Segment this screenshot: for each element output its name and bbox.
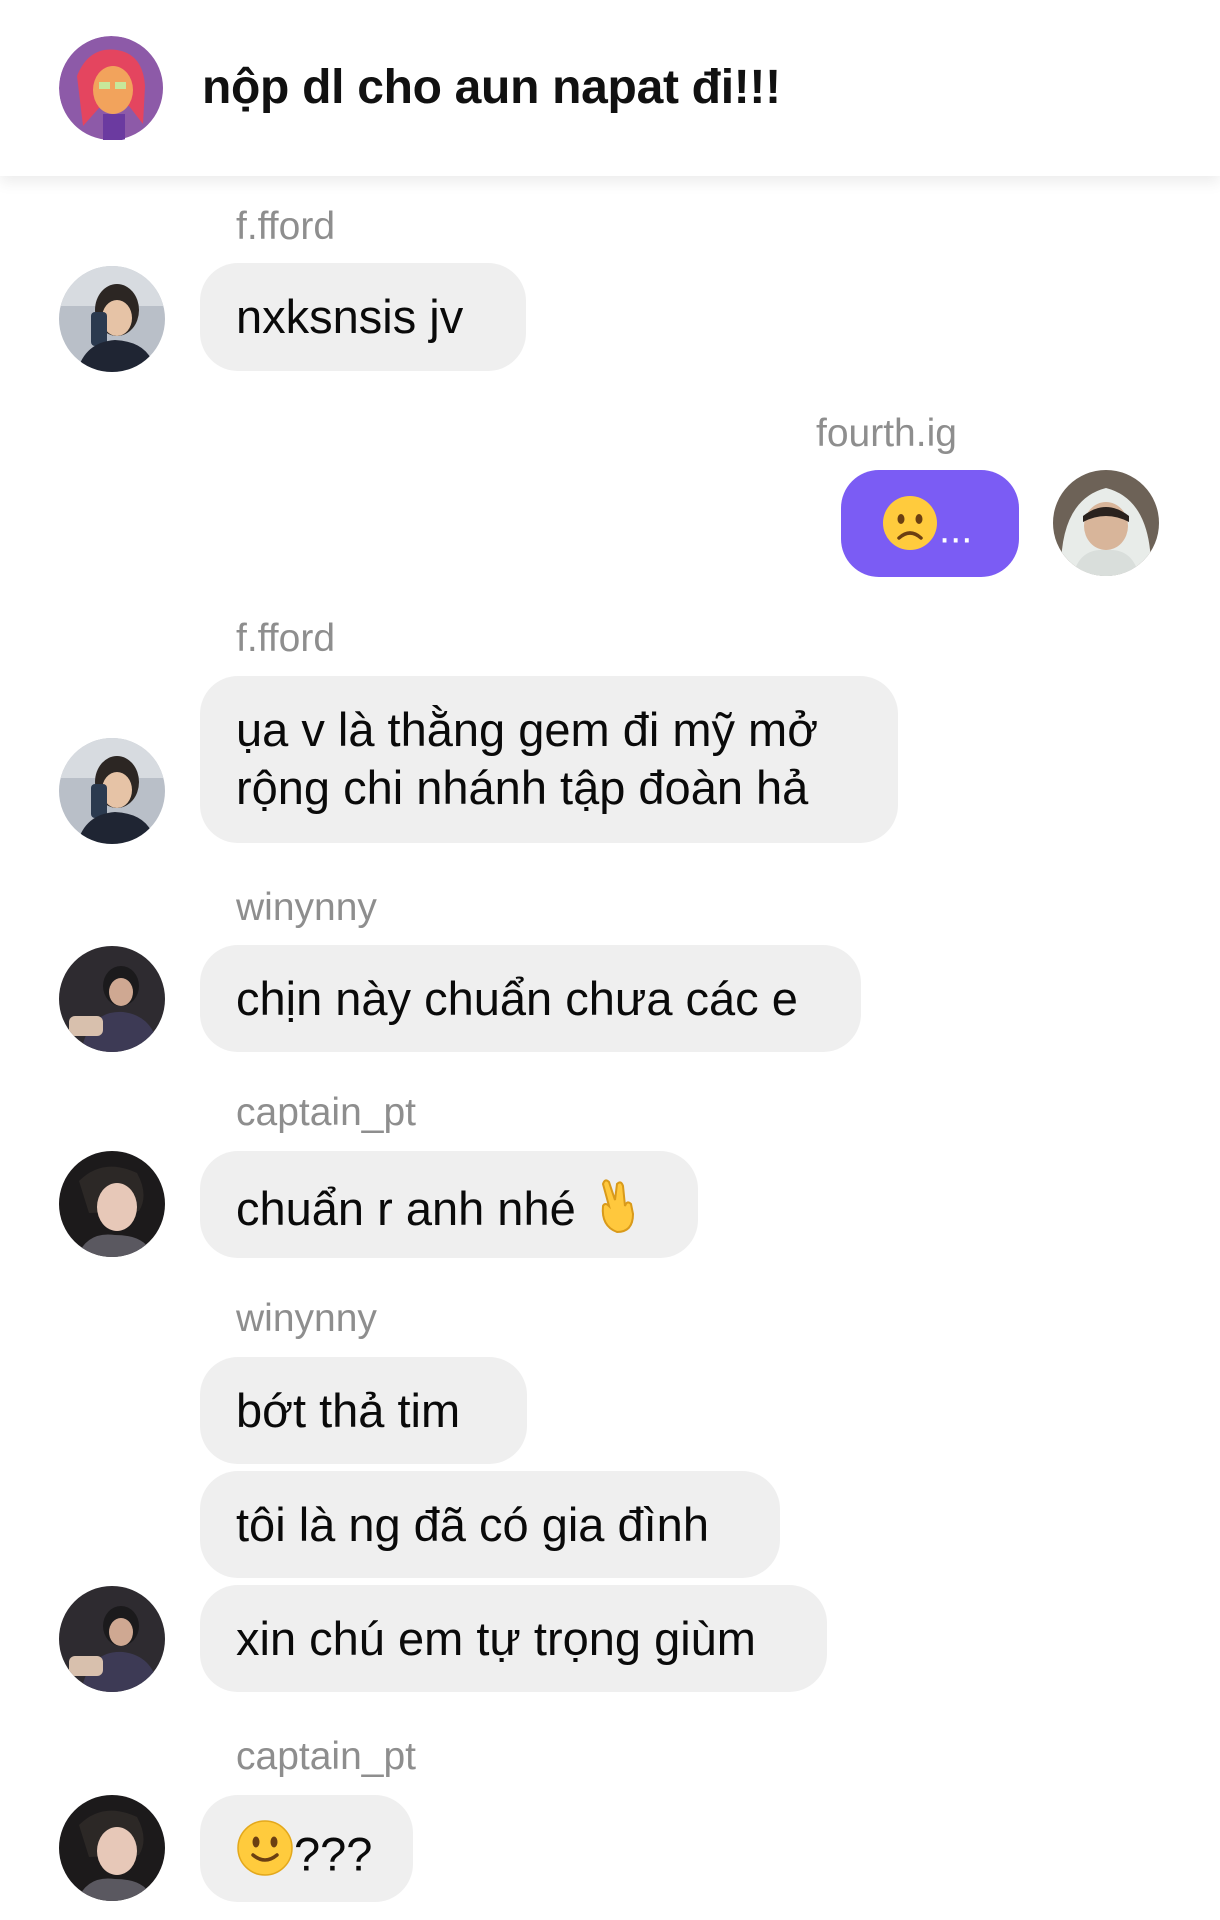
avatar[interactable] [59, 1151, 165, 1257]
avatar[interactable] [59, 738, 165, 844]
message-bubble[interactable]: ụa v là thằng gem đi mỹ mở rộng chi nhán… [200, 676, 898, 843]
message-bubble[interactable]: chịn này chuẩn chưa các e [200, 945, 861, 1052]
outgoing-message-bubble[interactable]: ... [841, 470, 1019, 577]
sender-name: f.fford [236, 617, 336, 660]
fingers-crossed-emoji [595, 1176, 639, 1249]
message-bubble[interactable]: nxksnsis jv [200, 263, 526, 371]
sender-name: captain_pt [236, 1735, 416, 1778]
group-avatar[interactable] [59, 36, 164, 141]
message-bubble[interactable]: bớt thả tim [200, 1357, 527, 1464]
avatar[interactable] [1053, 470, 1159, 576]
message-text: tôi là ng đã có gia đình [236, 1498, 709, 1551]
message-bubble[interactable]: xin chú em tự trọng giùm [200, 1585, 827, 1692]
avatar[interactable] [59, 946, 165, 1052]
sender-name: f.fford [236, 205, 336, 248]
chat-header: nộp dl cho aun napat đi!!! [0, 0, 1220, 176]
message-text: ... [939, 507, 973, 552]
chat-title[interactable]: nộp dl cho aun napat đi!!! [202, 60, 781, 115]
message-bubble[interactable]: chuẩn r anh nhé [200, 1151, 698, 1258]
sender-name: winynny [236, 886, 377, 929]
message-text: nxksnsis jv [236, 290, 464, 343]
sender-name: winynny [236, 1297, 377, 1340]
sender-name: fourth.ig [816, 412, 957, 455]
avatar[interactable] [59, 1795, 165, 1901]
message-text: xin chú em tự trọng giùm [236, 1612, 756, 1665]
message-text: chịn này chuẩn chưa các e [236, 972, 798, 1025]
sender-name: captain_pt [236, 1091, 416, 1134]
avatar[interactable] [59, 266, 165, 372]
message-bubble[interactable]: tôi là ng đã có gia đình [200, 1471, 780, 1578]
avatar[interactable] [59, 1586, 165, 1692]
message-text-line: ụa v là thằng gem đi mỹ mở [236, 703, 819, 756]
message-text: bớt thả tim [236, 1384, 461, 1437]
message-bubble[interactable]: ??? [200, 1795, 413, 1902]
slightly-smiling-face-emoji [236, 1819, 294, 1890]
message-text: ??? [294, 1827, 373, 1881]
message-text-line: rộng chi nhánh tập đoàn hả [236, 761, 809, 814]
message-text: chuẩn r anh nhé [236, 1181, 576, 1235]
worried-face-emoji [881, 494, 939, 565]
